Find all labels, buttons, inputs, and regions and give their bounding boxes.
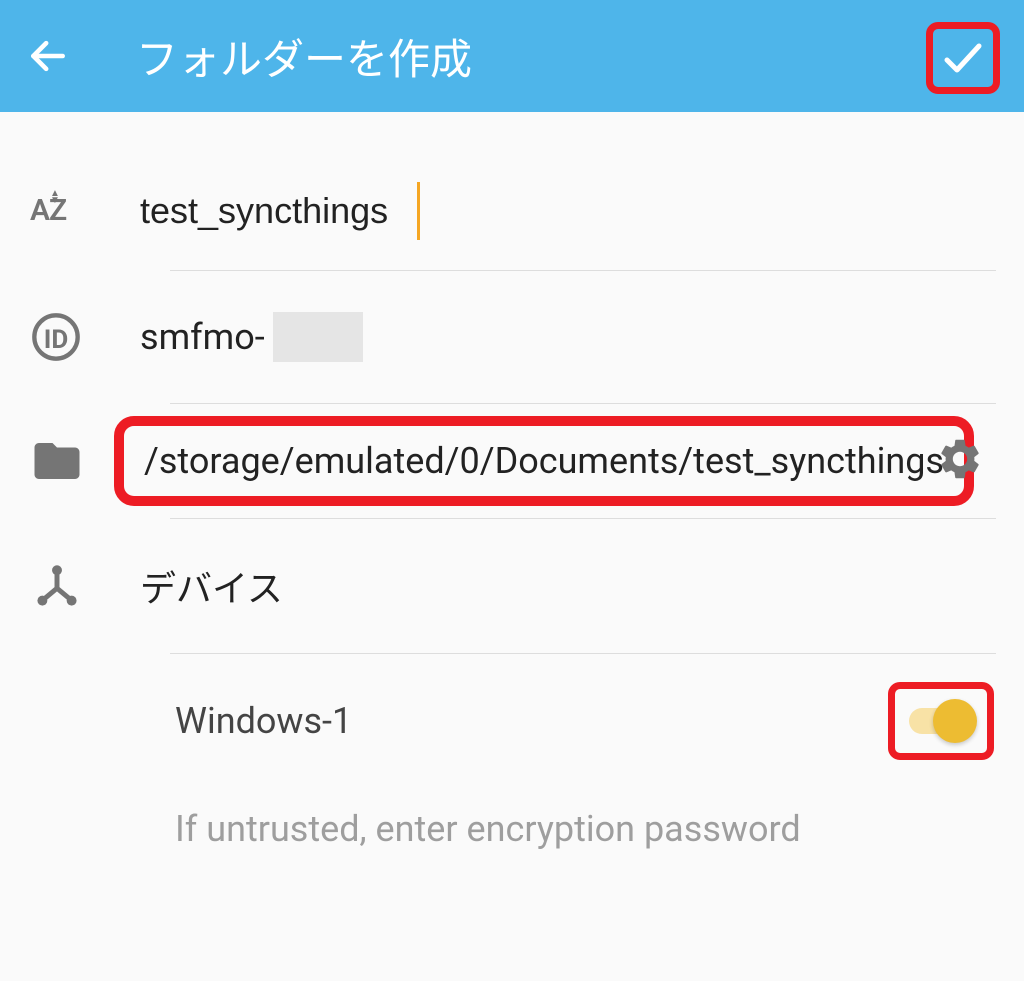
device-name: Windows-1 xyxy=(175,700,888,742)
device-item: Windows-1 xyxy=(0,654,1024,788)
devices-label: デバイス xyxy=(140,560,974,612)
svg-text:ID: ID xyxy=(44,325,69,355)
device-toggle-highlight xyxy=(888,682,994,760)
arrow-left-icon xyxy=(26,34,70,78)
folder-path-input[interactable]: /storage/emulated/0/Documents/test_synct… xyxy=(114,416,974,506)
gear-icon xyxy=(936,435,984,483)
app-header: フォルダーを作成 xyxy=(0,0,1024,112)
encryption-password-input[interactable]: If untrusted, enter encryption password xyxy=(0,788,1024,870)
folder-path-row: /storage/emulated/0/Documents/test_synct… xyxy=(0,404,1024,518)
back-button[interactable] xyxy=(18,26,78,86)
check-icon xyxy=(939,34,987,82)
folder-id-row: ID smfmo- xyxy=(0,271,1024,403)
folder-id-value[interactable]: smfmo- xyxy=(140,312,363,362)
folder-icon xyxy=(30,434,114,488)
page-title: フォルダーを作成 xyxy=(136,26,472,87)
path-settings-button[interactable] xyxy=(936,435,984,487)
sort-az-icon: ▲▼ AZ xyxy=(30,196,140,226)
device-toggle[interactable] xyxy=(905,699,977,743)
devices-header-row: デバイス xyxy=(0,519,1024,653)
redacted-block xyxy=(273,312,363,362)
id-icon: ID xyxy=(30,311,140,363)
folder-name-row: ▲▼ AZ xyxy=(0,112,1024,270)
confirm-button[interactable] xyxy=(926,22,1000,94)
devices-icon xyxy=(30,559,140,613)
content: ▲▼ AZ ID smfmo- xyxy=(0,112,1024,870)
folder-name-input[interactable] xyxy=(140,182,420,240)
